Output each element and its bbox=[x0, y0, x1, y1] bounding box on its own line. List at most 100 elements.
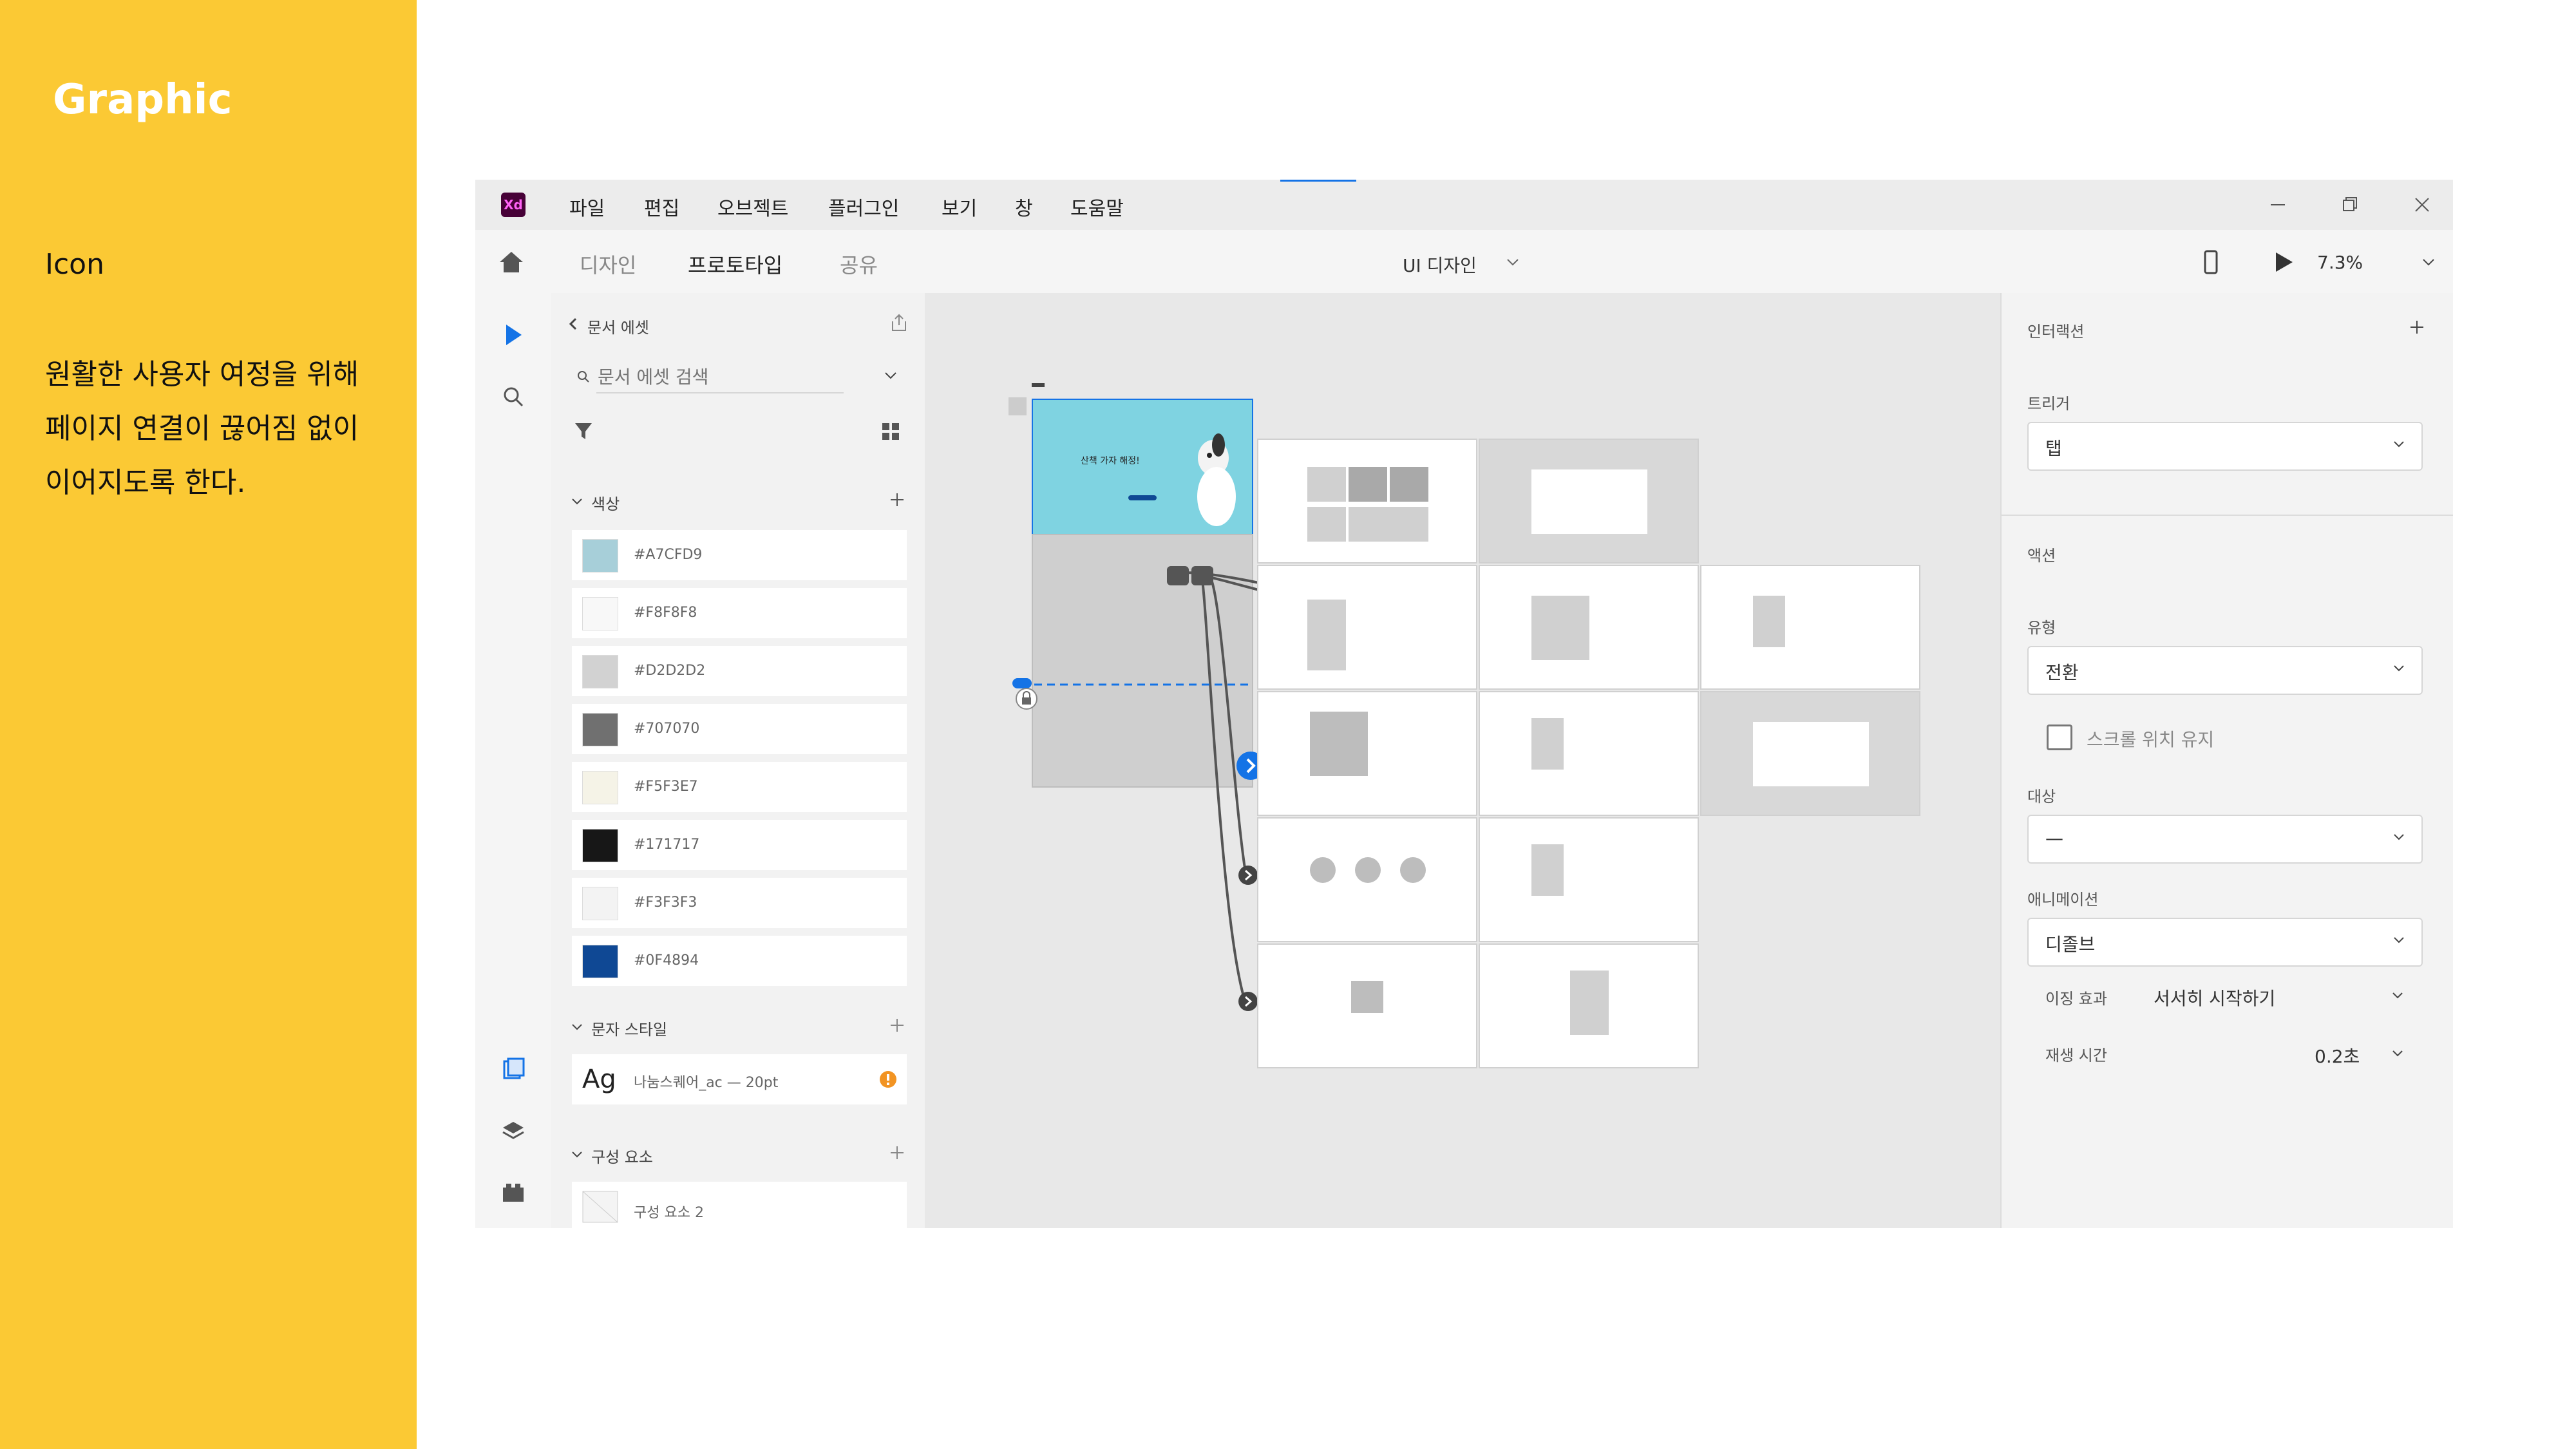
zoom-tool[interactable] bbox=[497, 381, 529, 413]
character-style-label: 나눔스퀘어_ac — 20pt bbox=[634, 1075, 779, 1091]
search-icon bbox=[504, 387, 524, 407]
color-hex: #F8F8F8 bbox=[634, 605, 697, 621]
play-icon[interactable] bbox=[2272, 251, 2295, 274]
assets-panel-button[interactable] bbox=[497, 1053, 529, 1085]
add-icon[interactable] bbox=[887, 490, 907, 509]
chevron-down-icon[interactable] bbox=[571, 1150, 583, 1160]
restore-icon[interactable] bbox=[2334, 189, 2366, 221]
artboard-thumbnail[interactable] bbox=[1700, 691, 1920, 816]
artboard-thumbnail[interactable] bbox=[1257, 439, 1477, 564]
export-icon[interactable] bbox=[887, 311, 911, 334]
preserve-scroll-label: 스크롤 위치 유지 bbox=[2087, 729, 2215, 750]
home-icon[interactable] bbox=[497, 249, 526, 275]
add-icon[interactable] bbox=[887, 1016, 907, 1035]
assets-back-label[interactable]: 문서 에셋 bbox=[587, 315, 649, 337]
color-swatch-row[interactable]: #707070 bbox=[572, 704, 907, 754]
preserve-scroll-checkbox[interactable] bbox=[2047, 724, 2072, 750]
color-swatch bbox=[582, 597, 618, 630]
color-hex: #171717 bbox=[634, 837, 700, 853]
color-swatch-row[interactable]: #F3F3F3 bbox=[572, 878, 907, 928]
component-row[interactable]: 구성 요소 2 bbox=[572, 1182, 907, 1228]
action-title: 액션 bbox=[2027, 547, 2056, 565]
color-swatch-row[interactable]: #A7CFD9 bbox=[572, 530, 907, 580]
chevron-down-icon[interactable] bbox=[2421, 257, 2436, 267]
chevron-down-icon[interactable] bbox=[884, 370, 898, 381]
menu-view[interactable]: 보기 bbox=[942, 193, 977, 221]
artboard-home[interactable]: 산책 가자 해정! bbox=[1032, 399, 1253, 536]
chevron-down-icon[interactable] bbox=[571, 1022, 583, 1032]
add-icon[interactable] bbox=[887, 1143, 907, 1162]
chevron-down-icon[interactable] bbox=[571, 497, 583, 507]
warning-icon[interactable] bbox=[878, 1070, 898, 1089]
assets-search-input[interactable] bbox=[596, 361, 844, 393]
artboard-thumbnail[interactable] bbox=[1257, 817, 1477, 942]
artboard-thumbnail[interactable] bbox=[1257, 943, 1477, 1068]
document-name[interactable]: UI 디자인 bbox=[1403, 252, 1477, 278]
wire-arrow-icon[interactable] bbox=[1238, 991, 1258, 1012]
add-interaction-icon[interactable] bbox=[2407, 317, 2427, 337]
grid-view-icon[interactable] bbox=[881, 422, 900, 441]
minimize-icon[interactable] bbox=[2262, 189, 2294, 221]
tab-design[interactable]: 디자인 bbox=[580, 249, 636, 279]
back-chevron-icon[interactable] bbox=[568, 316, 578, 332]
zoom-level[interactable]: 7.3% bbox=[2317, 252, 2363, 273]
wire-connector[interactable] bbox=[1191, 566, 1213, 585]
design-canvas[interactable]: 산책 가자 해정! bbox=[925, 293, 2000, 1228]
easing-dropdown[interactable]: 서서히 시작하기 bbox=[2154, 976, 2405, 1014]
artboard-menu-icon[interactable] bbox=[1032, 383, 1045, 387]
slide-sidebar: Graphic Icon 원활한 사용자 여정을 위해 페이지 연결이 끊어짐 … bbox=[0, 0, 417, 1449]
chevron-down-icon[interactable] bbox=[1506, 257, 1520, 267]
chevron-down-icon bbox=[2394, 937, 2404, 943]
target-dropdown[interactable]: — bbox=[2027, 815, 2423, 864]
select-tool[interactable] bbox=[497, 319, 529, 351]
artboard-thumbnail[interactable] bbox=[1479, 943, 1699, 1068]
artboard-thumbnail[interactable] bbox=[1479, 817, 1699, 942]
artboard-handle[interactable] bbox=[1009, 397, 1027, 415]
color-swatch bbox=[582, 713, 618, 746]
menu-window[interactable]: 창 bbox=[1015, 193, 1033, 221]
dog-illustration bbox=[1197, 433, 1236, 526]
artboard-thumbnail[interactable] bbox=[1479, 691, 1699, 816]
close-icon[interactable] bbox=[2406, 189, 2438, 221]
menu-file[interactable]: 파일 bbox=[569, 193, 605, 221]
menu-edit[interactable]: 편집 bbox=[644, 193, 679, 221]
wire-arrow-icon[interactable] bbox=[1238, 865, 1258, 886]
mode-tab-bar: 디자인 프로토타입 공유 UI 디자인 7.3% bbox=[475, 230, 2453, 296]
type-dropdown[interactable]: 전환 bbox=[2027, 646, 2423, 695]
color-swatch-row[interactable]: #D2D2D2 bbox=[572, 646, 907, 696]
colors-header: 색상 bbox=[591, 495, 620, 513]
artboard-thumbnail[interactable] bbox=[1479, 565, 1699, 690]
artboard-thumbnail[interactable] bbox=[1257, 691, 1477, 816]
slide-description: 원활한 사용자 여정을 위해 페이지 연결이 끊어짐 없이 이어지도록 한다. bbox=[45, 348, 359, 510]
duration-stepper[interactable]: 0.2초 bbox=[2315, 1034, 2405, 1072]
color-swatch-row[interactable]: #F5F3E7 bbox=[572, 762, 907, 812]
menu-help[interactable]: 도움말 bbox=[1070, 193, 1124, 221]
animation-dropdown[interactable]: 디졸브 bbox=[2027, 918, 2423, 967]
plugin-icon bbox=[503, 1184, 524, 1202]
trigger-dropdown[interactable]: 탭 bbox=[2027, 422, 2423, 471]
character-style-row[interactable]: Ag 나눔스퀘어_ac — 20pt bbox=[572, 1054, 907, 1104]
artboard-thumbnail[interactable] bbox=[1479, 439, 1699, 564]
menu-object[interactable]: 오브젝트 bbox=[717, 193, 788, 221]
chevron-down-icon bbox=[2392, 992, 2403, 999]
artboard-thumbnail[interactable] bbox=[1700, 565, 1920, 690]
plugins-panel-button[interactable] bbox=[497, 1177, 529, 1209]
tab-prototype[interactable]: 프로토타입 bbox=[688, 249, 783, 296]
divider bbox=[2002, 515, 2453, 516]
color-swatch-row[interactable]: #171717 bbox=[572, 820, 907, 870]
xd-logo: Xd bbox=[501, 193, 526, 217]
tab-share[interactable]: 공유 bbox=[840, 249, 878, 279]
filter-icon[interactable] bbox=[573, 421, 594, 441]
artboard-thumbnail[interactable] bbox=[1257, 565, 1477, 690]
component-label: 구성 요소 2 bbox=[634, 1205, 704, 1221]
artboard-home-scroll[interactable] bbox=[1032, 534, 1253, 788]
menu-plugins[interactable]: 플러그인 bbox=[828, 193, 899, 221]
lock-icon[interactable] bbox=[1015, 687, 1038, 710]
color-swatch-row[interactable]: #0F4894 bbox=[572, 936, 907, 986]
hero-text: 산책 가자 해정! bbox=[1081, 456, 1140, 466]
wire-connector[interactable] bbox=[1167, 566, 1189, 585]
character-styles-header: 문자 스타일 bbox=[591, 1021, 668, 1039]
device-preview-icon[interactable] bbox=[2201, 249, 2221, 275]
layers-panel-button[interactable] bbox=[497, 1115, 529, 1147]
color-swatch-row[interactable]: #F8F8F8 bbox=[572, 588, 907, 638]
